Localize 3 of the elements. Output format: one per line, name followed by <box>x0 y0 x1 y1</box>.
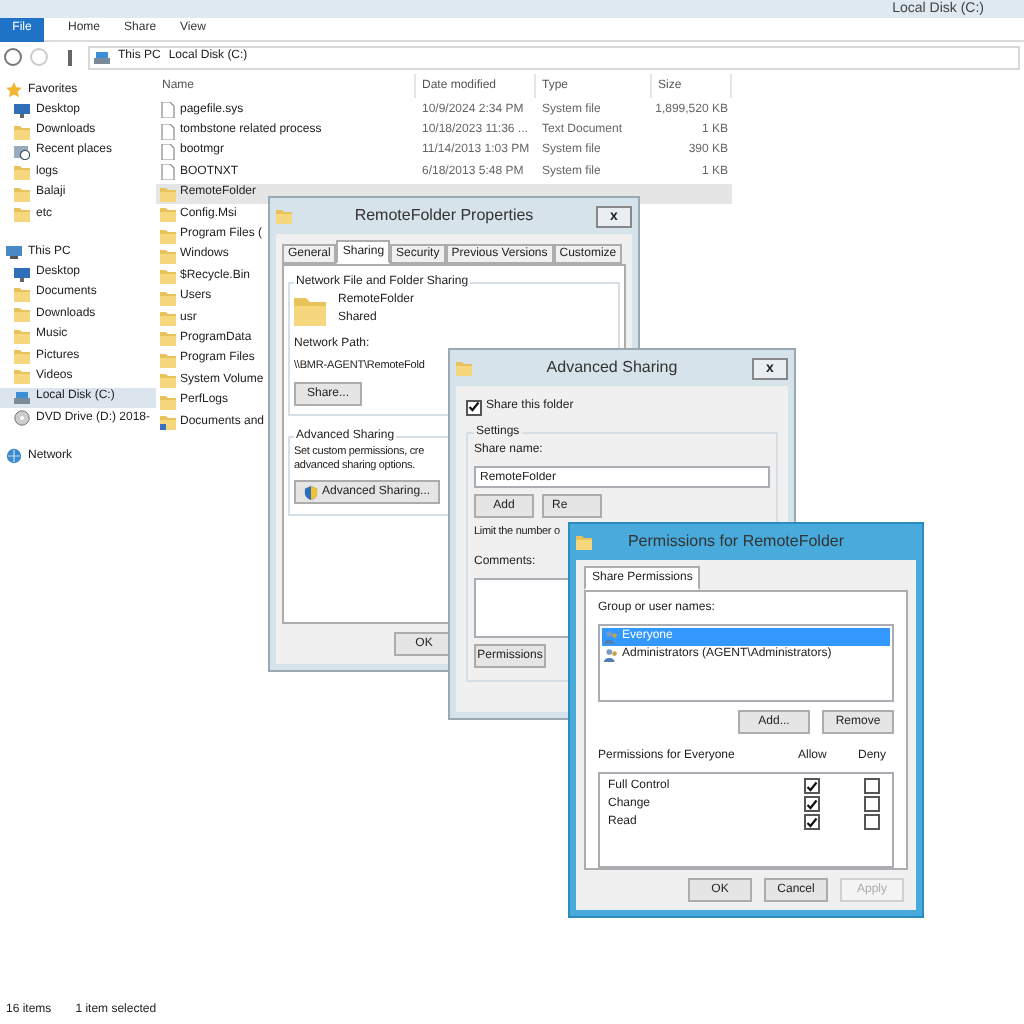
dialog-title: RemoteFolder Properties <box>352 204 536 228</box>
dialog-title: Permissions for RemoteFolder <box>625 530 847 554</box>
dialog-title: Advanced Sharing <box>544 356 680 380</box>
